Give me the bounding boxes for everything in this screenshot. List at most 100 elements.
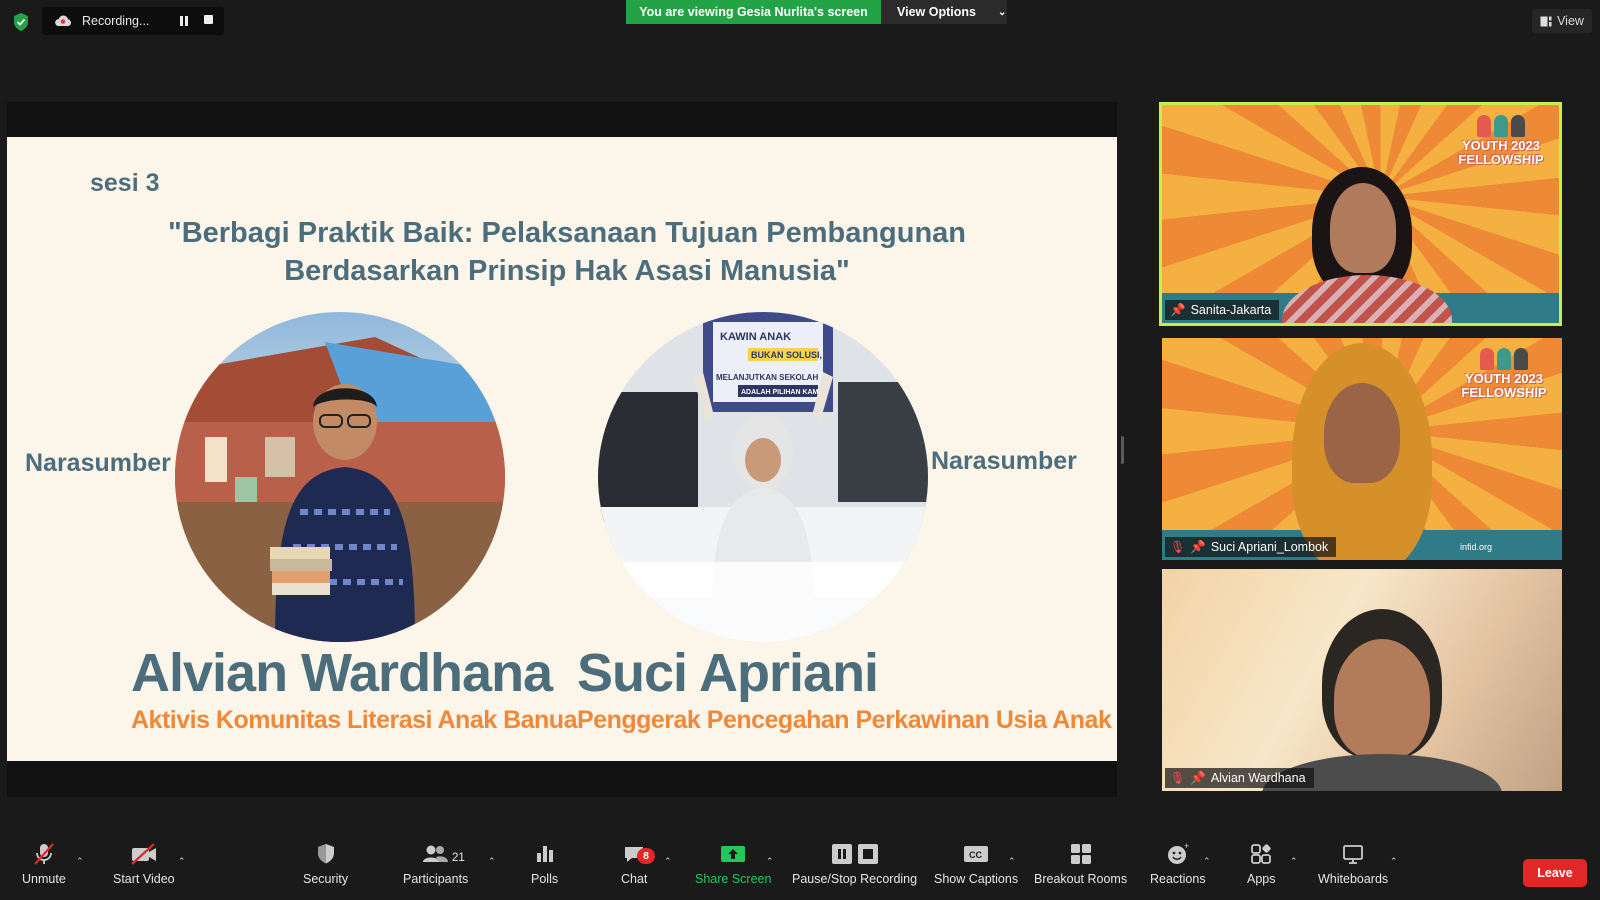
unmute-label: Unmute xyxy=(22,872,66,886)
participant-name-tag: 🎙 📌 Alvian Wardhana xyxy=(1165,768,1314,788)
breakout-rooms-button[interactable]: Breakout Rooms xyxy=(1034,842,1127,886)
pin-icon: 📌 xyxy=(1190,770,1206,785)
whiteboards-options-caret[interactable]: ⌃ xyxy=(1390,856,1398,867)
participant-video-suci[interactable]: YOUTH 2023 FELLOWSHIP infid.org 🎙 📌 Suci… xyxy=(1162,338,1562,560)
whiteboards-button[interactable]: Whiteboards xyxy=(1318,842,1388,886)
chat-unread-badge: 8 xyxy=(637,848,655,864)
stop-recording-icon[interactable] xyxy=(204,15,213,24)
start-video-label: Start Video xyxy=(113,872,175,886)
polls-label: Polls xyxy=(531,872,559,886)
speaker2-role: Penggerak Pencegahan Perkawinan Usia Ana… xyxy=(577,706,1112,734)
view-button[interactable]: View xyxy=(1532,9,1592,33)
logo-line1: YOUTH 2023 xyxy=(1461,138,1541,153)
reactions-label: Reactions xyxy=(1150,872,1206,886)
placard-text-1: KAWIN ANAK xyxy=(720,331,791,343)
reactions-button[interactable]: + Reactions xyxy=(1150,842,1206,886)
breakout-rooms-label: Breakout Rooms xyxy=(1034,872,1128,886)
logo-line2: FELLOWSHIP xyxy=(1458,152,1544,167)
logo-line2: FELLOWSHIP xyxy=(1461,385,1547,400)
share-screen-button[interactable]: Share Screen xyxy=(695,842,771,886)
apps-options-caret[interactable]: ⌃ xyxy=(1290,856,1298,867)
pin-icon: 📌 xyxy=(1190,539,1206,554)
participant-video-sanita[interactable]: YOUTH 2023 FELLOWSHIP 📌 Sanita-Jakarta xyxy=(1159,102,1562,326)
participant-name: Suci Apriani_Lombok xyxy=(1210,540,1329,554)
participant-name-tag: 📌 Sanita-Jakarta xyxy=(1165,300,1280,320)
svg-text:+: + xyxy=(1184,842,1189,851)
logo-line1: YOUTH 2023 xyxy=(1464,371,1544,386)
slide-title-line1: "Berbagi Praktik Baik: Pelaksanaan Tujua… xyxy=(167,217,967,249)
view-options-button[interactable]: View Options ⌄ xyxy=(881,0,1007,24)
security-button[interactable]: Security xyxy=(303,842,348,886)
participants-icon xyxy=(422,845,448,862)
watermark-text: infid.org xyxy=(1459,542,1492,552)
apps-button[interactable]: Apps xyxy=(1247,842,1276,886)
captions-cc-icon: CC xyxy=(964,846,989,862)
start-video-button[interactable]: Start Video xyxy=(113,842,175,886)
chevron-down-icon: ⌄ xyxy=(997,6,1007,18)
svg-text:CC: CC xyxy=(969,850,982,860)
captions-options-caret[interactable]: ⌃ xyxy=(1008,856,1016,867)
session-label: sesi 3 xyxy=(90,169,160,197)
speaker1-role: Aktivis Komunitas Literasi Anak Banua xyxy=(131,706,577,734)
placard-text-4: ADALAH PILIHAN KAMI xyxy=(741,389,820,396)
microphone-muted-icon xyxy=(34,843,54,865)
speaker1-name: Alvian Wardhana xyxy=(131,643,553,703)
placard-text-2: BUKAN SOLUSI, xyxy=(751,350,822,360)
youth-fellowship-logo: YOUTH 2023 FELLOWSHIP xyxy=(1451,115,1551,167)
share-options-caret[interactable]: ⌃ xyxy=(766,856,774,867)
youth-fellowship-logo: YOUTH 2023 FELLOWSHIP xyxy=(1454,348,1554,400)
pause-stop-label: Pause/Stop Recording xyxy=(792,872,918,886)
slide-title-line2: Berdasarkan Prinsip Hak Asasi Manusia" xyxy=(284,255,850,287)
unmute-button[interactable]: Unmute xyxy=(22,842,66,886)
reactions-smiley-icon: + xyxy=(1167,842,1189,864)
speaker2-photo: KAWIN ANAK BUKAN SOLUSI, MELANJUTKAN SEK… xyxy=(598,312,928,642)
mic-muted-icon: 🎙 xyxy=(1170,540,1186,554)
breakout-rooms-icon xyxy=(1070,844,1091,864)
view-label: View xyxy=(1557,14,1584,28)
apps-icon xyxy=(1251,844,1272,864)
pause-stop-icon xyxy=(831,844,878,864)
placard-text-3: MELANJUTKAN SEKOLAH xyxy=(716,373,818,382)
view-layout-icon xyxy=(1540,16,1552,26)
whiteboards-label: Whiteboards xyxy=(1318,872,1389,886)
pause-stop-recording-button[interactable]: Pause/Stop Recording xyxy=(792,842,917,886)
participant-name: Sanita-Jakarta xyxy=(1190,303,1272,317)
polls-icon xyxy=(536,846,553,862)
speaker-label-right: Narasumber xyxy=(931,447,1077,475)
presentation-slide: sesi 3 "Berbagi Praktik Baik: Pelaksanaa… xyxy=(7,137,1117,761)
participants-button[interactable]: Participants xyxy=(403,842,468,886)
view-options-label: View Options xyxy=(897,5,976,19)
reactions-options-caret[interactable]: ⌃ xyxy=(1203,856,1211,867)
shield-icon[interactable] xyxy=(12,12,30,32)
cloud-recording-icon xyxy=(55,15,71,26)
recording-indicator: Recording... xyxy=(42,7,224,35)
whiteboard-icon xyxy=(1343,845,1363,864)
panel-resize-handle[interactable] xyxy=(1121,436,1124,464)
participant-name-tag: 🎙 📌 Suci Apriani_Lombok xyxy=(1165,537,1337,557)
share-screen-icon xyxy=(721,846,746,862)
viewing-screen-banner: You are viewing Gesia Nurlita's screen xyxy=(626,0,881,24)
show-captions-button[interactable]: CC Show Captions xyxy=(934,842,1018,886)
video-options-caret[interactable]: ⌃ xyxy=(178,856,186,867)
polls-button[interactable]: Polls xyxy=(531,842,558,886)
pause-recording-icon[interactable] xyxy=(178,15,190,27)
participant-count: 21 xyxy=(452,852,465,864)
leave-button[interactable]: Leave xyxy=(1523,859,1587,887)
speaker2-name: Suci Apriani xyxy=(577,643,879,703)
security-shield-icon xyxy=(317,844,334,864)
chat-label: Chat xyxy=(621,872,648,886)
show-captions-label: Show Captions xyxy=(934,872,1019,886)
chat-options-caret[interactable]: ⌃ xyxy=(664,856,672,867)
security-label: Security xyxy=(303,872,349,886)
speaker-label-left: Narasumber xyxy=(25,449,171,477)
recording-label: Recording... xyxy=(82,14,150,28)
speaker1-photo xyxy=(175,312,505,642)
slide-title: "Berbagi Praktik Baik: Pelaksanaan Tujua… xyxy=(67,214,1067,290)
participants-label: Participants xyxy=(403,872,469,886)
mic-muted-icon: 🎙 xyxy=(1170,771,1186,785)
share-screen-label: Share Screen xyxy=(695,872,772,886)
participant-video-alvian[interactable]: 🎙 📌 Alvian Wardhana xyxy=(1162,569,1562,791)
audio-options-caret[interactable]: ⌃ xyxy=(76,856,84,867)
participant-name: Alvian Wardhana xyxy=(1210,771,1306,785)
participants-options-caret[interactable]: ⌃ xyxy=(488,856,496,867)
